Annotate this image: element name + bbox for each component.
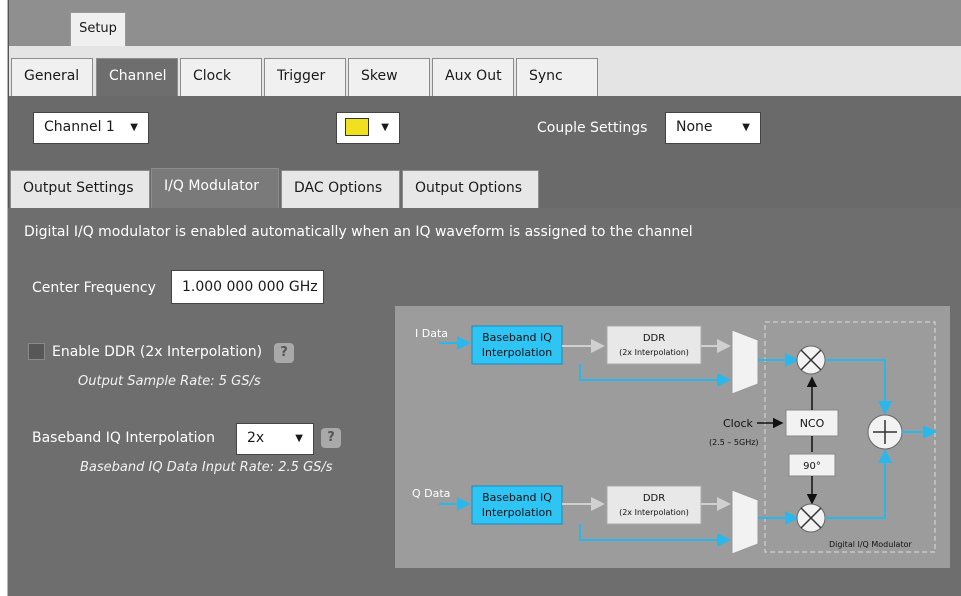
channel-dropdown[interactable]: Channel 1 ▼ bbox=[33, 112, 149, 144]
chevron-down-icon: ▼ bbox=[742, 122, 750, 133]
tab-output-settings[interactable]: Output Settings bbox=[10, 170, 150, 208]
ddr-label: Enable DDR (2x Interpolation) bbox=[52, 344, 263, 360]
tab-aux-out[interactable]: Aux Out bbox=[432, 58, 514, 98]
tab-dac-options[interactable]: DAC Options bbox=[281, 170, 400, 208]
i-mux bbox=[731, 329, 759, 395]
tab-sync[interactable]: Sync bbox=[516, 58, 598, 98]
output-sample-rate: Output Sample Rate: 5 GS/s bbox=[78, 374, 261, 389]
left-edge bbox=[0, 0, 8, 596]
phase-shift-label: 90° bbox=[803, 461, 821, 472]
tab-clock[interactable]: Clock bbox=[180, 58, 262, 98]
tab-skew[interactable]: Skew bbox=[348, 58, 430, 98]
q-ddr-sublabel: (2x Interpolation) bbox=[619, 508, 689, 517]
color-dropdown[interactable]: ▼ bbox=[336, 112, 400, 144]
tab-channel[interactable]: Channel bbox=[96, 58, 178, 98]
info-text: Digital I/Q modulator is enabled automat… bbox=[24, 224, 693, 240]
couple-settings-dropdown[interactable]: None ▼ bbox=[665, 112, 761, 144]
color-swatch bbox=[345, 118, 369, 136]
iq-modulator-diagram: I Data Q Data Baseband IQ Interpolation … bbox=[395, 306, 950, 568]
nco-label: NCO bbox=[800, 417, 825, 430]
tab-trigger[interactable]: Trigger bbox=[264, 58, 346, 98]
i-baseband-label-1: Baseband IQ bbox=[482, 331, 552, 344]
clock-label: Clock bbox=[723, 417, 754, 430]
couple-settings-value: None bbox=[676, 119, 713, 135]
main-tab-bar: General Channel Clock Trigger Skew Aux O… bbox=[8, 46, 961, 98]
center-frequency-input[interactable]: 1.000 000 000 GHz bbox=[171, 270, 324, 304]
ddr-checkbox[interactable] bbox=[28, 343, 45, 360]
q-mux bbox=[731, 489, 759, 555]
chevron-down-icon: ▼ bbox=[381, 122, 389, 133]
center-frequency-label: Center Frequency bbox=[32, 280, 156, 296]
chevron-down-icon: ▼ bbox=[295, 433, 303, 444]
couple-settings-label: Couple Settings bbox=[537, 120, 648, 136]
q-ddr-block bbox=[606, 485, 702, 525]
tab-output-options[interactable]: Output Options bbox=[402, 170, 539, 208]
iq-modulator-block-title: Digital I/Q Modulator bbox=[829, 540, 912, 549]
q-baseband-label-1: Baseband IQ bbox=[482, 491, 552, 504]
chevron-down-icon: ▼ bbox=[130, 122, 138, 133]
i-baseband-label-2: Interpolation bbox=[482, 346, 552, 359]
channel-dropdown-value: Channel 1 bbox=[44, 119, 115, 135]
tab-setup[interactable]: Setup bbox=[70, 12, 126, 46]
q-data-label: Q Data bbox=[412, 487, 450, 500]
interpolation-label: Baseband IQ Interpolation bbox=[32, 430, 215, 446]
top-bar bbox=[8, 0, 961, 46]
i-ddr-sublabel: (2x Interpolation) bbox=[619, 348, 689, 357]
tab-general[interactable]: General bbox=[11, 58, 93, 98]
i-data-label: I Data bbox=[415, 327, 448, 340]
baseband-data-rate: Baseband IQ Data Input Rate: 2.5 GS/s bbox=[80, 460, 333, 475]
i-ddr-label: DDR bbox=[643, 333, 665, 344]
i-ddr-block bbox=[606, 325, 702, 365]
q-baseband-label-2: Interpolation bbox=[482, 506, 552, 519]
tab-iq-modulator[interactable]: I/Q Modulator bbox=[151, 168, 279, 210]
help-icon[interactable]: ? bbox=[321, 428, 341, 448]
help-icon[interactable]: ? bbox=[274, 343, 294, 363]
interpolation-dropdown[interactable]: 2x ▼ bbox=[236, 423, 314, 455]
interpolation-value: 2x bbox=[247, 430, 265, 446]
clock-range-label: (2.5 – 5GHz) bbox=[709, 438, 759, 447]
q-ddr-label: DDR bbox=[643, 493, 665, 504]
